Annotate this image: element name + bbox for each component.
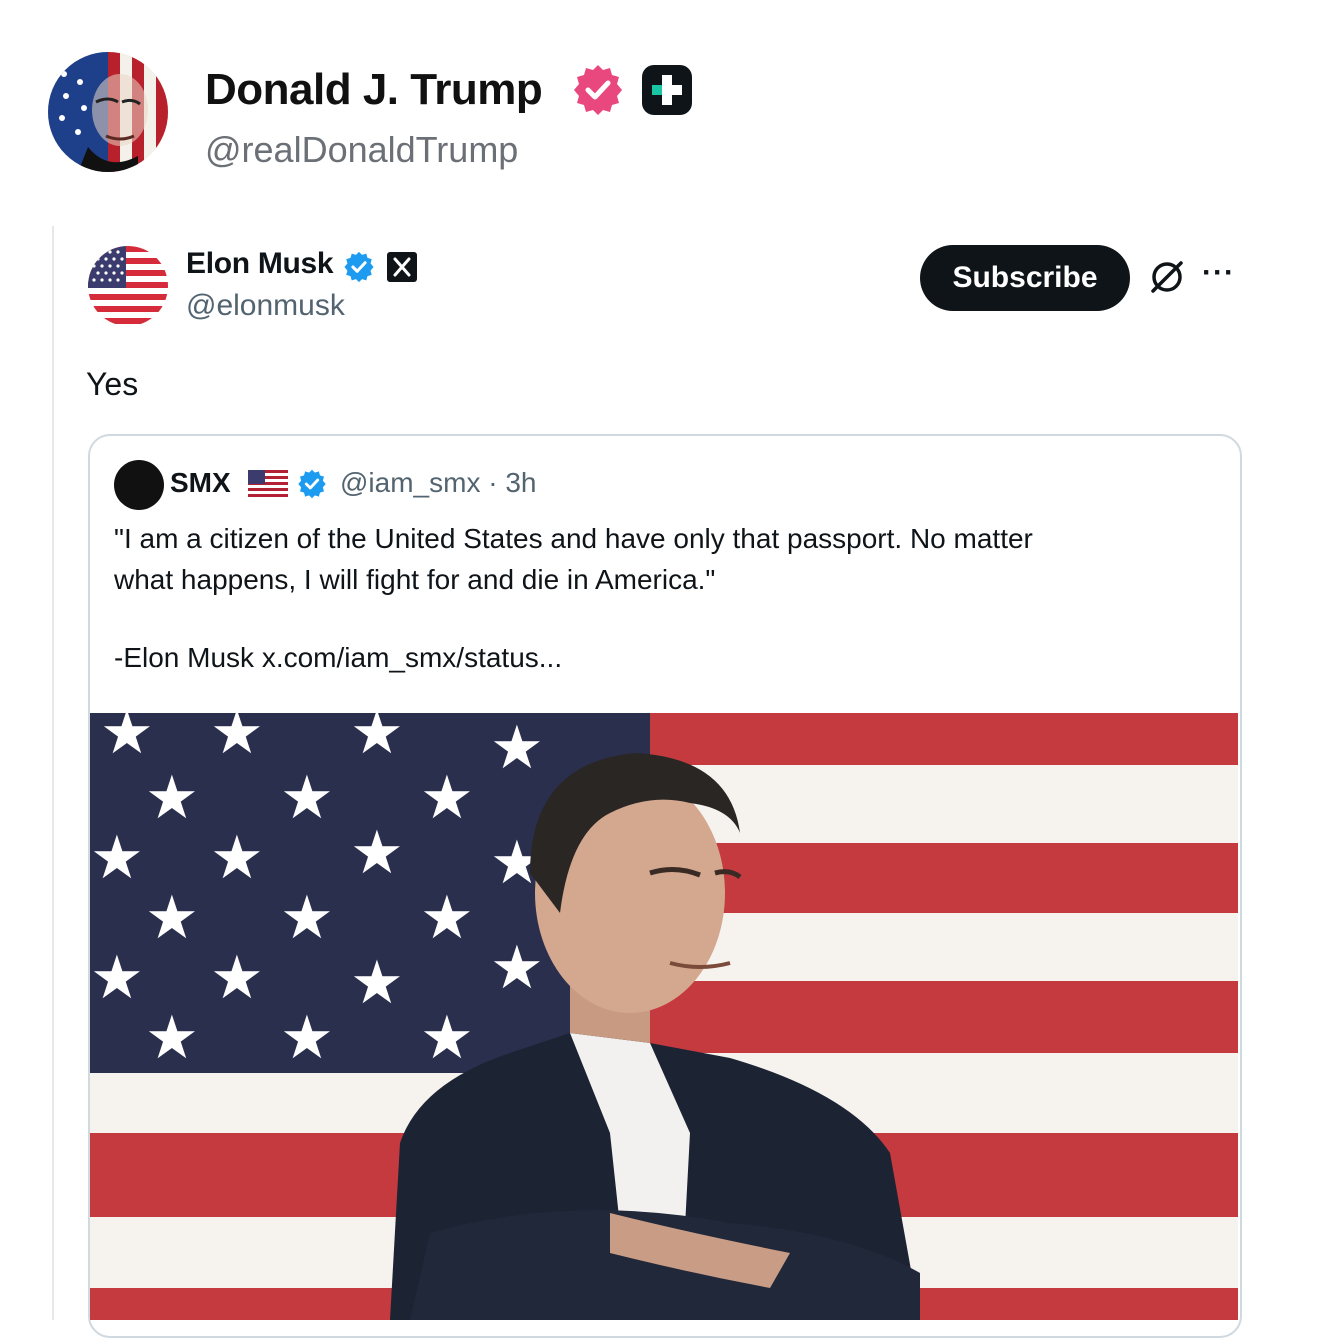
verified-badge-icon	[342, 250, 376, 284]
svg-text:★: ★	[145, 1003, 199, 1073]
more-icon[interactable]: ···	[1202, 258, 1238, 292]
svg-text:★: ★	[100, 713, 154, 768]
svg-text:★: ★	[280, 763, 334, 833]
svg-text:★: ★	[210, 713, 264, 768]
embedded-author-handle[interactable]: @elonmusk	[186, 288, 345, 324]
svg-text:★: ★	[350, 818, 404, 888]
svg-text:★: ★	[210, 943, 264, 1013]
us-flag-icon	[88, 246, 168, 326]
svg-text:★: ★	[420, 1003, 474, 1073]
quoted-author-handle-time[interactable]: @iam_smx · 3h	[340, 466, 536, 500]
embedded-author-name[interactable]: Elon Musk	[186, 246, 334, 282]
svg-text:★: ★	[90, 823, 144, 893]
quoted-author-avatar[interactable]	[114, 460, 164, 510]
svg-text:★: ★	[490, 713, 544, 783]
quoted-text-line: what happens, I will fight for and die i…	[114, 564, 716, 595]
svg-text:★: ★	[145, 763, 199, 833]
quoted-author-name[interactable]: SMX	[170, 466, 231, 500]
svg-text:★: ★	[350, 713, 404, 768]
quoted-text-line: "I am a citizen of the United States and…	[114, 523, 1033, 554]
quoted-tweet-text: "I am a citizen of the United States and…	[114, 518, 1204, 600]
subscribe-button[interactable]: Subscribe	[920, 245, 1130, 311]
plus-badge-icon	[640, 63, 694, 117]
embedded-author-avatar[interactable]	[88, 246, 168, 326]
x-logo-icon	[386, 251, 418, 283]
svg-text:★: ★	[90, 943, 144, 1013]
svg-text:★: ★	[280, 883, 334, 953]
svg-text:★: ★	[350, 948, 404, 1018]
svg-text:★: ★	[210, 823, 264, 893]
svg-text:★: ★	[280, 1003, 334, 1073]
tweet-text: Yes	[86, 366, 139, 402]
verified-badge-icon	[570, 62, 626, 118]
author-avatar[interactable]	[48, 52, 168, 172]
svg-text:★: ★	[420, 883, 474, 953]
verified-badge-icon	[296, 468, 328, 500]
grok-icon[interactable]	[1148, 258, 1186, 296]
author-handle[interactable]: @realDonaldTrump	[205, 128, 518, 172]
svg-text:★: ★	[490, 933, 544, 1003]
us-flag-icon	[248, 470, 288, 498]
quoted-signature-link[interactable]: -Elon Musk x.com/iam_smx/status...	[114, 640, 562, 676]
svg-text:★: ★	[145, 883, 199, 953]
svg-text:★: ★	[420, 763, 474, 833]
author-name[interactable]: Donald J. Trump	[205, 64, 543, 116]
quoted-tweet-image[interactable]: ★ ★ ★ ★ ★ ★ ★ ★ ★ ★ ★ ★ ★ ★ ★ ★ ★ ★ ★ ★ …	[90, 713, 1238, 1320]
